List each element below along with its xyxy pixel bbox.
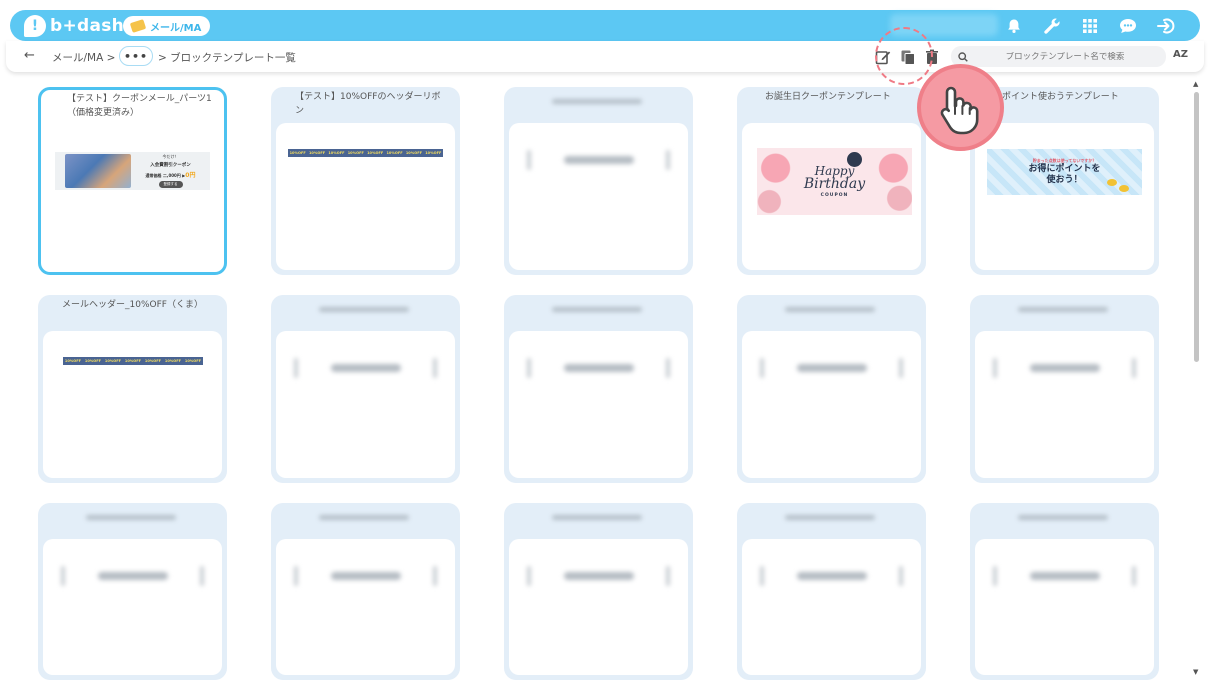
logo-text: b+dash (50, 15, 125, 36)
template-preview (276, 539, 455, 675)
grid-icon[interactable] (1078, 14, 1102, 37)
search-input[interactable] (975, 51, 1155, 62)
sort-az-button[interactable]: AZ (1173, 49, 1188, 60)
wrench-icon[interactable] (1040, 14, 1064, 37)
logout-icon[interactable] (1154, 14, 1178, 37)
template-card-blurred[interactable] (504, 295, 693, 483)
template-card-blurred[interactable] (970, 295, 1159, 483)
toolbar: ← メール/MA > ••• > ブロックテンプレート一覧 AZ (6, 41, 1204, 72)
template-preview (276, 331, 455, 478)
template-card-blurred[interactable] (271, 295, 460, 483)
thumb-text: 今だけ！ (162, 154, 179, 159)
coin-icon (1107, 179, 1117, 186)
birthday-thumbnail: Happy Birthday COUPON (757, 148, 912, 215)
blurred-title (552, 99, 642, 104)
blurred-preview (61, 565, 204, 587)
template-card-blurred[interactable] (504, 503, 693, 680)
template-preview: Happy Birthday COUPON (742, 123, 921, 270)
template-title: 【テスト】10%OFFのヘッダーリボン (295, 92, 441, 116)
search-box (951, 46, 1166, 67)
thumb-button: 登録する (158, 181, 183, 188)
top-navigation-bar: ! b+dash メール/MA (10, 10, 1200, 41)
template-card[interactable]: メールヘッダー_10%OFF（くま） 10%OFF 10%OFF 10%OFF 10%… (38, 295, 227, 483)
pointer-hand-icon (917, 64, 1004, 151)
template-preview (742, 331, 921, 478)
scroll-down-arrow-icon[interactable]: ▼ (1193, 668, 1198, 676)
template-preview: 10%OFF 10%OFF 10%OFF 10%OFF 10%OFF 10%OFF 10%O… (276, 123, 455, 270)
template-preview (509, 331, 688, 478)
back-arrow-icon[interactable]: ← (24, 48, 35, 63)
blurred-title (86, 515, 176, 520)
coupon-thumbnail: 今だけ！ 入会費割引クーポン 通常価格 二,000円 ▶0円 登録する (55, 152, 210, 190)
template-card-blurred[interactable] (38, 503, 227, 680)
template-card[interactable]: お誕生日クーポンテンプレート Happy Birthday COUPON (737, 87, 926, 275)
blurred-title (785, 307, 875, 312)
blurred-title (785, 515, 875, 520)
blurred-title (319, 515, 409, 520)
scrollbar-thumb[interactable] (1194, 92, 1199, 362)
template-preview: 10%OFF 10%OFF 10%OFF 10%OFF 10%OFF 10%OFF 10%O… (43, 331, 222, 478)
template-title: ポイント使おうテンプレート (1002, 92, 1119, 102)
search-icon (951, 51, 975, 62)
template-preview (509, 539, 688, 675)
top-icon-group (1002, 14, 1178, 37)
module-label: メール/MA (150, 22, 202, 34)
blurred-preview (527, 565, 670, 587)
template-preview (975, 331, 1154, 478)
module-switcher-button[interactable]: メール/MA (123, 16, 211, 36)
template-title: 【テスト】クーポンメール_パーツ1（価格変更済み） (67, 94, 212, 118)
blurred-preview (760, 357, 903, 379)
blurred-preview (760, 565, 903, 587)
bell-icon[interactable] (1002, 14, 1026, 37)
blurred-title (319, 307, 409, 312)
template-card[interactable]: 【テスト】10%OFFのヘッダーリボン 10%OFF 10%OFF 10%OFF 10… (271, 87, 460, 275)
chat-icon[interactable] (1116, 14, 1140, 37)
template-card-blurred[interactable] (271, 503, 460, 680)
thumb-text: 入会費割引クーポン (150, 163, 191, 168)
breadcrumb-current: > ブロックテンプレート一覧 (158, 52, 296, 64)
ribbon-thumbnail: 10%OFF 10%OFF 10%OFF 10%OFF 10%OFF 10%OFF 10%O… (288, 149, 443, 157)
thumb-price: 通常価格 二,000円 ▶0円 (145, 172, 196, 179)
template-card-blurred[interactable] (970, 503, 1159, 680)
thumb-text: お得にポイントを (1028, 164, 1101, 174)
blurred-preview (294, 565, 437, 587)
blurred-preview (527, 357, 670, 379)
envelope-icon (129, 19, 147, 33)
template-card[interactable]: 【テスト】クーポンメール_パーツ1（価格変更済み） 今だけ！ 入会費割引クーポン… (38, 87, 227, 275)
highlight-dashed-circle (875, 27, 933, 85)
template-preview (509, 123, 688, 270)
thumb-text: 使おう！ (1046, 175, 1083, 185)
template-title: お誕生日クーポンテンプレート (765, 92, 891, 102)
breadcrumb-root[interactable]: メール/MA > (52, 50, 115, 65)
blurred-title (1018, 515, 1108, 520)
template-card-blurred[interactable] (504, 87, 693, 275)
template-preview (975, 539, 1154, 675)
blurred-preview (527, 149, 670, 171)
point-thumbnail: 貯まった点数は使ってないですか？ お得にポイントを 使おう！ (987, 149, 1142, 195)
template-preview (742, 539, 921, 675)
template-card-blurred[interactable] (737, 503, 926, 680)
coin-icon (1119, 185, 1129, 192)
blurred-title (552, 515, 642, 520)
blurred-title (552, 307, 642, 312)
app-logo[interactable]: ! b+dash (24, 14, 124, 37)
thumb-text: Birthday (803, 176, 866, 192)
blurred-title (1018, 307, 1108, 312)
thumb-text: COUPON (820, 193, 849, 198)
blurred-preview (993, 357, 1136, 379)
template-card-blurred[interactable] (737, 295, 926, 483)
ribbon-thumbnail: 10%OFF 10%OFF 10%OFF 10%OFF 10%OFF 10%OFF 10%O… (63, 357, 203, 365)
logo-bubble-icon: ! (24, 14, 46, 37)
blurred-preview (294, 357, 437, 379)
template-preview: 貯まった点数は使ってないですか？ お得にポイントを 使おう！ (975, 123, 1154, 270)
badge-icon (847, 152, 862, 167)
template-preview: 今だけ！ 入会費割引クーポン 通常価格 二,000円 ▶0円 登録する (43, 126, 222, 270)
breadcrumb-ellipsis-button[interactable]: ••• (119, 46, 153, 66)
blurred-preview (993, 565, 1136, 587)
template-preview (43, 539, 222, 675)
template-title: メールヘッダー_10%OFF（くま） (62, 300, 203, 310)
yoga-photo (65, 154, 131, 188)
scroll-up-arrow-icon[interactable]: ▲ (1193, 80, 1198, 88)
